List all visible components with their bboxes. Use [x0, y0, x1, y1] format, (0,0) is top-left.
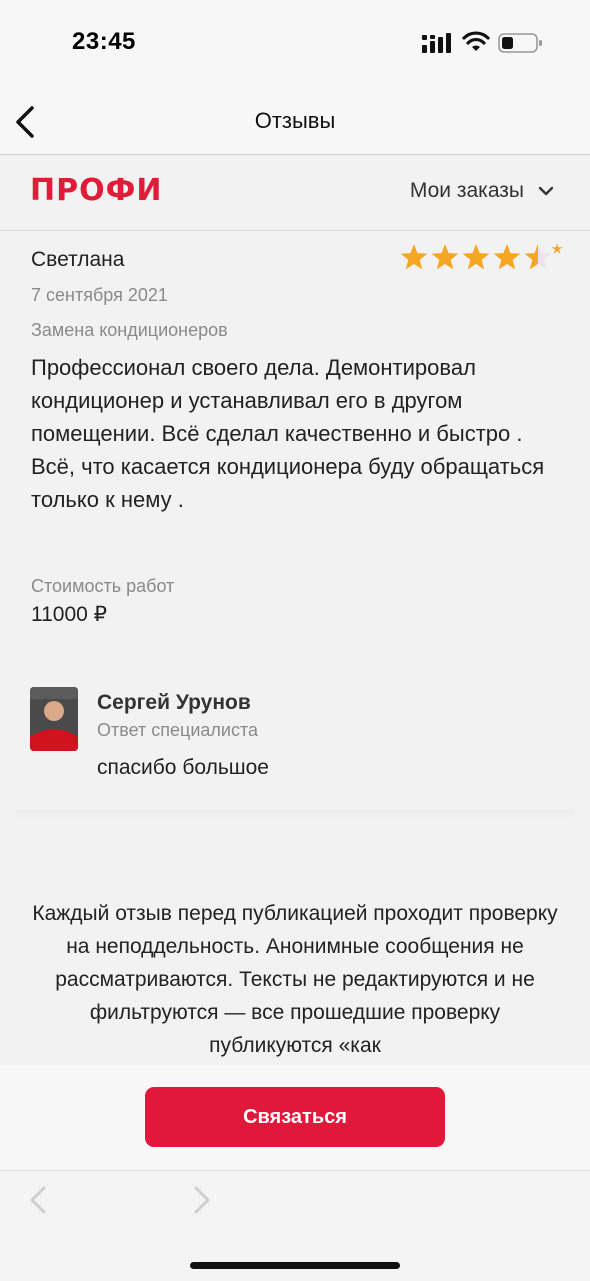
specialist-avatar [30, 687, 78, 751]
star-icon [493, 244, 521, 270]
chevron-down-icon [538, 186, 554, 196]
status-time: 23:45 [72, 28, 136, 55]
star-icon [431, 244, 459, 270]
status-bar: 23:45 [0, 0, 590, 88]
star-icon [524, 244, 552, 270]
reply-text: спасибо большое [97, 756, 269, 779]
cost-label: Стоимость работ [31, 576, 175, 596]
disclaimer-text: Каждый отзыв перед публикацией проходит … [32, 902, 558, 1057]
site-header: ПРОФИ Мои заказы [0, 155, 590, 231]
battery-icon [498, 33, 542, 53]
web-content: ПРОФИ Мои заказы Светлана 7 сентября 202… [0, 155, 590, 1065]
star-icon [462, 244, 490, 270]
specialist-name[interactable]: Сергей Урунов [97, 691, 251, 715]
my-orders-label: Мои заказы [409, 179, 524, 202]
my-orders-dropdown[interactable]: Мои заказы [410, 179, 554, 203]
service-name: Замена кондиционеров [31, 320, 228, 340]
browser-toolbar [0, 1170, 590, 1281]
cellular-signal-icon [422, 33, 451, 53]
star-icon [400, 244, 428, 270]
browser-back-icon[interactable] [26, 1185, 50, 1215]
bottom-action-bar: Связаться [0, 1065, 590, 1170]
review-text: Профессионал своего дела. Демонтировал к… [31, 355, 545, 512]
navigation-bar: Отзывы [0, 88, 590, 155]
cost-value: 11000 ₽ [31, 603, 108, 626]
profi-logo[interactable]: ПРОФИ [30, 173, 162, 208]
wifi-icon [462, 31, 490, 51]
page-title: Отзывы [254, 108, 336, 133]
sparkle-icon [551, 243, 563, 254]
review-date: 7 сентября 2021 [31, 285, 168, 305]
rating-stars [400, 243, 563, 270]
home-indicator[interactable] [190, 1262, 400, 1269]
section-divider [16, 810, 574, 820]
reviewer-name: Светлана [31, 248, 125, 271]
browser-forward-icon[interactable] [190, 1185, 214, 1215]
specialist-role: Ответ специалиста [97, 720, 259, 740]
contact-button[interactable]: Связаться [145, 1087, 445, 1147]
